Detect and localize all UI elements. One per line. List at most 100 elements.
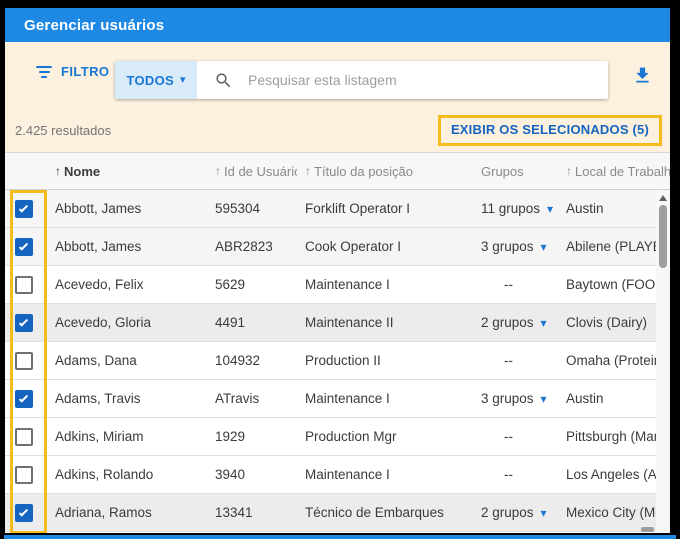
chevron-down-icon: ▾ bbox=[541, 241, 547, 253]
show-selected-button[interactable]: EXIBIR OS SELECIONADOS (5) bbox=[438, 115, 662, 146]
show-selected-label: EXIBIR OS SELECIONADOS (5) bbox=[451, 122, 649, 137]
table-row[interactable]: Adkins, Miriam 1929 Production Mgr --▾ P… bbox=[5, 418, 670, 456]
row-checkbox-cell bbox=[5, 428, 47, 446]
row-checkbox[interactable] bbox=[15, 428, 33, 446]
cell-position-title: Maintenance I bbox=[297, 391, 473, 406]
cell-groups-dropdown[interactable]: 11 grupos▾ bbox=[473, 201, 558, 216]
table-header: ↑ Nome ↑ Id de Usuário ↑ Título da posiç… bbox=[5, 152, 670, 190]
filter-lines-icon bbox=[35, 66, 53, 78]
cell-name: Adriana, Ramos bbox=[47, 505, 207, 520]
cell-name: Adams, Dana bbox=[47, 353, 207, 368]
scroll-up-arrow-icon[interactable] bbox=[659, 195, 667, 201]
row-checkbox-cell bbox=[5, 238, 47, 256]
vertical-scrollbar[interactable] bbox=[656, 190, 670, 533]
cell-user-id: 13341 bbox=[207, 505, 297, 520]
cell-name: Acevedo, Felix bbox=[47, 277, 207, 292]
row-checkbox[interactable] bbox=[15, 276, 33, 294]
sort-up-icon: ↑ bbox=[55, 164, 61, 178]
column-header-position-title[interactable]: ↑ Título da posição bbox=[297, 164, 473, 179]
cell-name: Adkins, Miriam bbox=[47, 429, 207, 444]
table-row[interactable]: Acevedo, Felix 5629 Maintenance I --▾ Ba… bbox=[5, 266, 670, 304]
table-row[interactable]: Adams, Dana 104932 Production II --▾ Oma… bbox=[5, 342, 670, 380]
checkmark-icon bbox=[19, 507, 28, 516]
cell-groups-dropdown[interactable]: 3 grupos▾ bbox=[473, 391, 558, 406]
column-header-name[interactable]: ↑ Nome bbox=[47, 164, 207, 179]
cell-groups-dropdown: --▾ bbox=[473, 277, 558, 292]
cell-groups-dropdown: --▾ bbox=[473, 467, 558, 482]
table-row[interactable]: Abbott, James 595304 Forklift Operator I… bbox=[5, 190, 670, 228]
cell-groups-dropdown[interactable]: 2 grupos▾ bbox=[473, 505, 558, 520]
cell-user-id: 5629 bbox=[207, 277, 297, 292]
table-row[interactable]: Abbott, James ABR2823 Cook Operator I 3 … bbox=[5, 228, 670, 266]
results-count: 2.425 resultados bbox=[15, 123, 111, 138]
checkmark-icon bbox=[19, 241, 28, 250]
results-bar: 2.425 resultados EXIBIR OS SELECIONADOS … bbox=[5, 108, 670, 152]
cell-groups-dropdown[interactable]: 3 grupos▾ bbox=[473, 239, 558, 254]
cell-name: Abbott, James bbox=[47, 239, 207, 254]
title-bar: Gerenciar usuários bbox=[5, 8, 670, 42]
chevron-down-icon: ▾ bbox=[541, 393, 547, 405]
search-input[interactable] bbox=[248, 72, 608, 88]
cell-location: Austin bbox=[558, 391, 670, 406]
checkmark-icon bbox=[19, 203, 28, 212]
row-checkbox-cell bbox=[5, 314, 47, 332]
row-checkbox[interactable] bbox=[15, 390, 33, 408]
cell-location: Pittsburgh (Manuf bbox=[558, 429, 670, 444]
filter-button[interactable]: FILTRO bbox=[35, 64, 109, 79]
vertical-scrollbar-thumb[interactable] bbox=[659, 205, 667, 268]
cell-position-title: Production II bbox=[297, 353, 473, 368]
scope-dropdown-value: TODOS bbox=[126, 73, 174, 88]
row-checkbox-cell bbox=[5, 352, 47, 370]
row-checkbox[interactable] bbox=[15, 504, 33, 522]
search-bar: TODOS ▾ bbox=[115, 61, 608, 99]
cell-name: Adkins, Rolando bbox=[47, 467, 207, 482]
cell-location: Mexico City (Mexi bbox=[558, 505, 670, 520]
cell-name: Acevedo, Gloria bbox=[47, 315, 207, 330]
row-checkbox-cell bbox=[5, 276, 47, 294]
table-row[interactable]: Adams, Travis ATravis Maintenance I 3 gr… bbox=[5, 380, 670, 418]
row-checkbox[interactable] bbox=[15, 200, 33, 218]
download-button[interactable] bbox=[632, 65, 653, 91]
row-checkbox[interactable] bbox=[15, 238, 33, 256]
column-header-groups[interactable]: Grupos bbox=[473, 164, 558, 179]
cell-user-id: ATravis bbox=[207, 391, 297, 406]
chevron-down-icon: ▾ bbox=[547, 203, 553, 215]
scope-dropdown[interactable]: TODOS ▾ bbox=[115, 61, 197, 99]
row-checkbox[interactable] bbox=[15, 314, 33, 332]
row-checkbox[interactable] bbox=[15, 466, 33, 484]
table-row[interactable]: Adriana, Ramos 13341 Técnico de Embarque… bbox=[5, 494, 670, 532]
row-checkbox-cell bbox=[5, 200, 47, 218]
row-checkbox-cell bbox=[5, 466, 47, 484]
table-row[interactable]: Acevedo, Gloria 4491 Maintenance II 2 gr… bbox=[5, 304, 670, 342]
filter-button-label: FILTRO bbox=[61, 64, 109, 79]
manage-users-window: Gerenciar usuários FILTRO TODOS ▾ 2.425 … bbox=[5, 8, 670, 533]
sort-up-icon: ↑ bbox=[566, 164, 572, 178]
download-icon bbox=[632, 65, 653, 91]
toolbar: FILTRO TODOS ▾ bbox=[5, 42, 670, 108]
cell-position-title: Maintenance I bbox=[297, 467, 473, 482]
table-body: Abbott, James 595304 Forklift Operator I… bbox=[5, 190, 670, 532]
column-header-user-id[interactable]: ↑ Id de Usuário bbox=[207, 164, 297, 179]
cell-position-title: Cook Operator I bbox=[297, 239, 473, 254]
cell-groups-dropdown: --▾ bbox=[473, 353, 558, 368]
cell-user-id: 104932 bbox=[207, 353, 297, 368]
horizontal-scrollbar-thumb[interactable] bbox=[641, 527, 654, 532]
cell-user-id: ABR2823 bbox=[207, 239, 297, 254]
sort-up-icon: ↑ bbox=[305, 164, 311, 178]
cell-user-id: 3940 bbox=[207, 467, 297, 482]
cell-user-id: 4491 bbox=[207, 315, 297, 330]
cell-groups-dropdown[interactable]: 2 grupos▾ bbox=[473, 315, 558, 330]
cell-location: Abilene (PLAYBOO bbox=[558, 239, 670, 254]
cell-location: Omaha (Protein) bbox=[558, 353, 670, 368]
cell-name: Adams, Travis bbox=[47, 391, 207, 406]
table-row[interactable]: Adkins, Rolando 3940 Maintenance I --▾ L… bbox=[5, 456, 670, 494]
cell-groups-dropdown: --▾ bbox=[473, 429, 558, 444]
cell-position-title: Maintenance II bbox=[297, 315, 473, 330]
cell-location: Los Angeles (ALL bbox=[558, 467, 670, 482]
bottom-accent-strip bbox=[4, 535, 676, 539]
row-checkbox[interactable] bbox=[15, 352, 33, 370]
page-title: Gerenciar usuários bbox=[24, 17, 164, 34]
cell-position-title: Técnico de Embarques bbox=[297, 505, 473, 520]
column-header-location[interactable]: ↑ Local de Trabalho bbox=[558, 164, 670, 179]
checkmark-icon bbox=[19, 317, 28, 326]
